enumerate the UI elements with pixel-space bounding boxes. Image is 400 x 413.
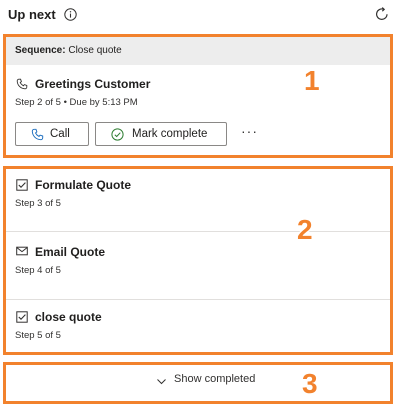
refresh-icon[interactable] [374,6,390,22]
step-title: Formulate Quote [35,178,132,192]
callout-number-3: 3 [302,368,318,399]
list-item[interactable]: Formulate Quote Step 3 of 5 [6,169,390,231]
sequence-band: Sequence: Close quote [6,37,390,65]
active-step-title[interactable]: Greetings Customer [35,77,150,91]
show-completed-label: Show completed [174,373,256,385]
checkbox-icon [16,311,28,323]
step-subtitle: Step 5 of 5 [15,330,61,341]
up-next-header: Up next [8,6,390,26]
step-subtitle: Step 4 of 5 [15,265,61,276]
chevron-down-icon [157,379,166,385]
callout-number-1: 1 [304,65,320,96]
callout-number-2: 2 [297,214,313,245]
active-step-subtitle: Step 2 of 5 • Due by 5:13 PM [15,97,138,108]
info-icon[interactable] [64,8,77,21]
sequence-name: Close quote [68,45,122,56]
mail-icon [16,246,28,256]
list-item[interactable]: close quote Step 5 of 5 [6,300,390,355]
step-title: close quote [35,310,102,324]
upcoming-steps-list: Formulate Quote Step 3 of 5 Email Quote … [3,166,393,355]
call-button-label: Call [50,128,70,140]
active-step-card: Sequence: Close quote Greetings Customer… [3,34,393,158]
more-options-icon[interactable]: ··· [241,123,258,139]
check-circle-icon [111,128,124,141]
phone-icon [31,128,44,141]
mark-complete-label: Mark complete [132,128,208,140]
up-next-title: Up next [8,7,56,22]
sequence-text: Sequence: Close quote [15,45,122,56]
phone-icon [16,78,28,90]
list-item[interactable]: Email Quote Step 4 of 5 [6,232,390,299]
step-title: Email Quote [35,245,106,259]
step-subtitle: Step 3 of 5 [15,198,61,209]
show-completed-section: Show completed 3 [3,362,393,404]
sequence-label: Sequence: [15,45,66,56]
show-completed-button[interactable]: Show completed [6,365,390,401]
mark-complete-button[interactable]: Mark complete [95,122,227,146]
call-button[interactable]: Call [15,122,89,146]
checkbox-icon [16,179,28,191]
